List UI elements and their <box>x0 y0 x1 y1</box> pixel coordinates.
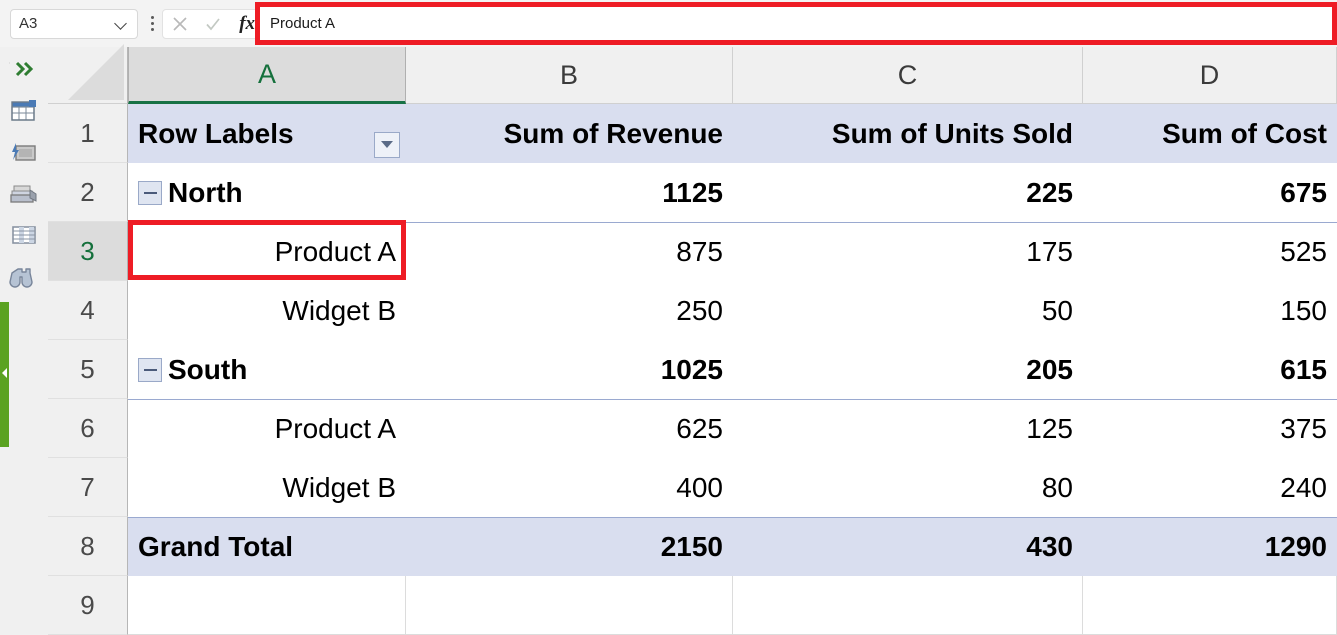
cell-b4[interactable]: 250 <box>406 281 733 340</box>
column-header-d[interactable]: D <box>1083 47 1337 104</box>
spreadsheet-table-icon[interactable] <box>0 91 48 132</box>
svg-text::: : <box>9 60 10 65</box>
cell-a3[interactable]: Product A <box>128 222 406 281</box>
row-header-6[interactable]: 6 <box>48 399 128 458</box>
cell-c1[interactable]: Sum of Units Sold <box>733 104 1083 163</box>
minus-bar <box>144 192 157 194</box>
cell-d5[interactable]: 615 <box>1083 340 1337 399</box>
more-options-icon[interactable] <box>144 9 160 39</box>
row-header-4[interactable]: 4 <box>48 281 128 340</box>
cell-d8[interactable]: 1290 <box>1083 517 1337 576</box>
column-header-row: A B C D <box>48 47 1337 104</box>
formula-action-group: fx <box>162 9 265 39</box>
cell-d6[interactable]: 375 <box>1083 399 1337 458</box>
grid-table-icon[interactable] <box>0 214 48 255</box>
left-tool-rail: : <box>0 47 48 635</box>
cell-a5[interactable]: South <box>128 340 406 399</box>
cell-b1[interactable]: Sum of Revenue <box>406 104 733 163</box>
cell-a6[interactable]: Product A <box>128 399 406 458</box>
cell-a4[interactable]: Widget B <box>128 281 406 340</box>
excel-pivot-window: A3 fx Product A : <box>0 0 1337 635</box>
column-header-c[interactable]: C <box>733 47 1083 104</box>
table-row: 3 Product A 875 175 525 <box>48 222 1337 281</box>
cell-c3[interactable]: 175 <box>733 222 1083 281</box>
table-row: 4 Widget B 250 50 150 <box>48 281 1337 340</box>
cell-c8[interactable]: 430 <box>733 517 1083 576</box>
cell-a1-text: Row Labels <box>138 118 294 150</box>
minus-bar <box>144 369 157 371</box>
cell-a5-text: South <box>168 354 247 386</box>
select-all-corner-icon[interactable] <box>48 47 128 104</box>
cell-c7[interactable]: 80 <box>733 458 1083 517</box>
row-header-8[interactable]: 8 <box>48 517 128 576</box>
cell-d3[interactable]: 525 <box>1083 222 1337 281</box>
kebab-dot <box>151 22 154 25</box>
double-chevron-right-icon[interactable]: : <box>0 47 48 91</box>
cell-c2[interactable]: 225 <box>733 163 1083 222</box>
cell-a2-text: North <box>168 177 243 209</box>
cell-d9[interactable] <box>1083 576 1337 635</box>
flash-fill-image-icon[interactable] <box>0 132 48 173</box>
cell-b6[interactable]: 625 <box>406 399 733 458</box>
row-header-7[interactable]: 7 <box>48 458 128 517</box>
chevron-down-icon[interactable] <box>115 17 129 31</box>
panel-collapse-handle[interactable] <box>0 302 9 447</box>
table-row: 2 North 1125 225 675 <box>48 163 1337 222</box>
filter-dropdown-icon[interactable] <box>374 132 400 158</box>
check-icon[interactable] <box>199 11 227 37</box>
close-icon[interactable] <box>166 11 194 37</box>
cell-d2[interactable]: 675 <box>1083 163 1337 222</box>
cell-a8[interactable]: Grand Total <box>128 517 406 576</box>
cell-a9[interactable] <box>128 576 406 635</box>
cell-b5[interactable]: 1025 <box>406 340 733 399</box>
cell-d1[interactable]: Sum of Cost <box>1083 104 1337 163</box>
column-header-b[interactable]: B <box>406 47 733 104</box>
printer-icon[interactable] <box>0 173 48 214</box>
kebab-dot <box>151 28 154 31</box>
spreadsheet-grid: A B C D 1 Row Labels Sum of Revenue Sum … <box>48 47 1337 635</box>
cell-a1[interactable]: Row Labels <box>128 104 406 163</box>
name-box[interactable]: A3 <box>10 9 138 39</box>
table-row: 6 Product A 625 125 375 <box>48 399 1337 458</box>
cell-b9[interactable] <box>406 576 733 635</box>
cell-b8[interactable]: 2150 <box>406 517 733 576</box>
table-row: 5 South 1025 205 615 <box>48 340 1337 399</box>
grid-rows: 1 Row Labels Sum of Revenue Sum of Units… <box>48 104 1337 635</box>
kebab-dot <box>151 16 154 19</box>
formula-bar: A3 fx Product A <box>0 0 1337 47</box>
cell-d4[interactable]: 150 <box>1083 281 1337 340</box>
table-row: 9 <box>48 576 1337 635</box>
binoculars-find-icon[interactable] <box>0 255 48 296</box>
cell-c5[interactable]: 205 <box>733 340 1083 399</box>
cell-b7[interactable]: 400 <box>406 458 733 517</box>
row-header-5[interactable]: 5 <box>48 340 128 399</box>
cell-a2[interactable]: North <box>128 163 406 222</box>
column-header-a[interactable]: A <box>128 47 406 104</box>
table-row: 7 Widget B 400 80 240 <box>48 458 1337 517</box>
formula-input-highlight: Product A <box>255 2 1337 45</box>
formula-input[interactable]: Product A <box>260 15 335 32</box>
cell-b3[interactable]: 875 <box>406 222 733 281</box>
minus-collapse-icon[interactable] <box>138 181 162 205</box>
cell-a7[interactable]: Widget B <box>128 458 406 517</box>
table-row: 1 Row Labels Sum of Revenue Sum of Units… <box>48 104 1337 163</box>
cell-d7[interactable]: 240 <box>1083 458 1337 517</box>
name-box-value: A3 <box>19 15 115 32</box>
minus-collapse-icon[interactable] <box>138 358 162 382</box>
cell-c4[interactable]: 50 <box>733 281 1083 340</box>
row-header-1[interactable]: 1 <box>48 104 128 163</box>
cell-c6[interactable]: 125 <box>733 399 1083 458</box>
cell-c9[interactable] <box>733 576 1083 635</box>
row-header-9[interactable]: 9 <box>48 576 128 635</box>
table-row: 8 Grand Total 2150 430 1290 <box>48 517 1337 576</box>
row-header-3[interactable]: 3 <box>48 222 128 281</box>
row-header-2[interactable]: 2 <box>48 163 128 222</box>
cell-b2[interactable]: 1125 <box>406 163 733 222</box>
